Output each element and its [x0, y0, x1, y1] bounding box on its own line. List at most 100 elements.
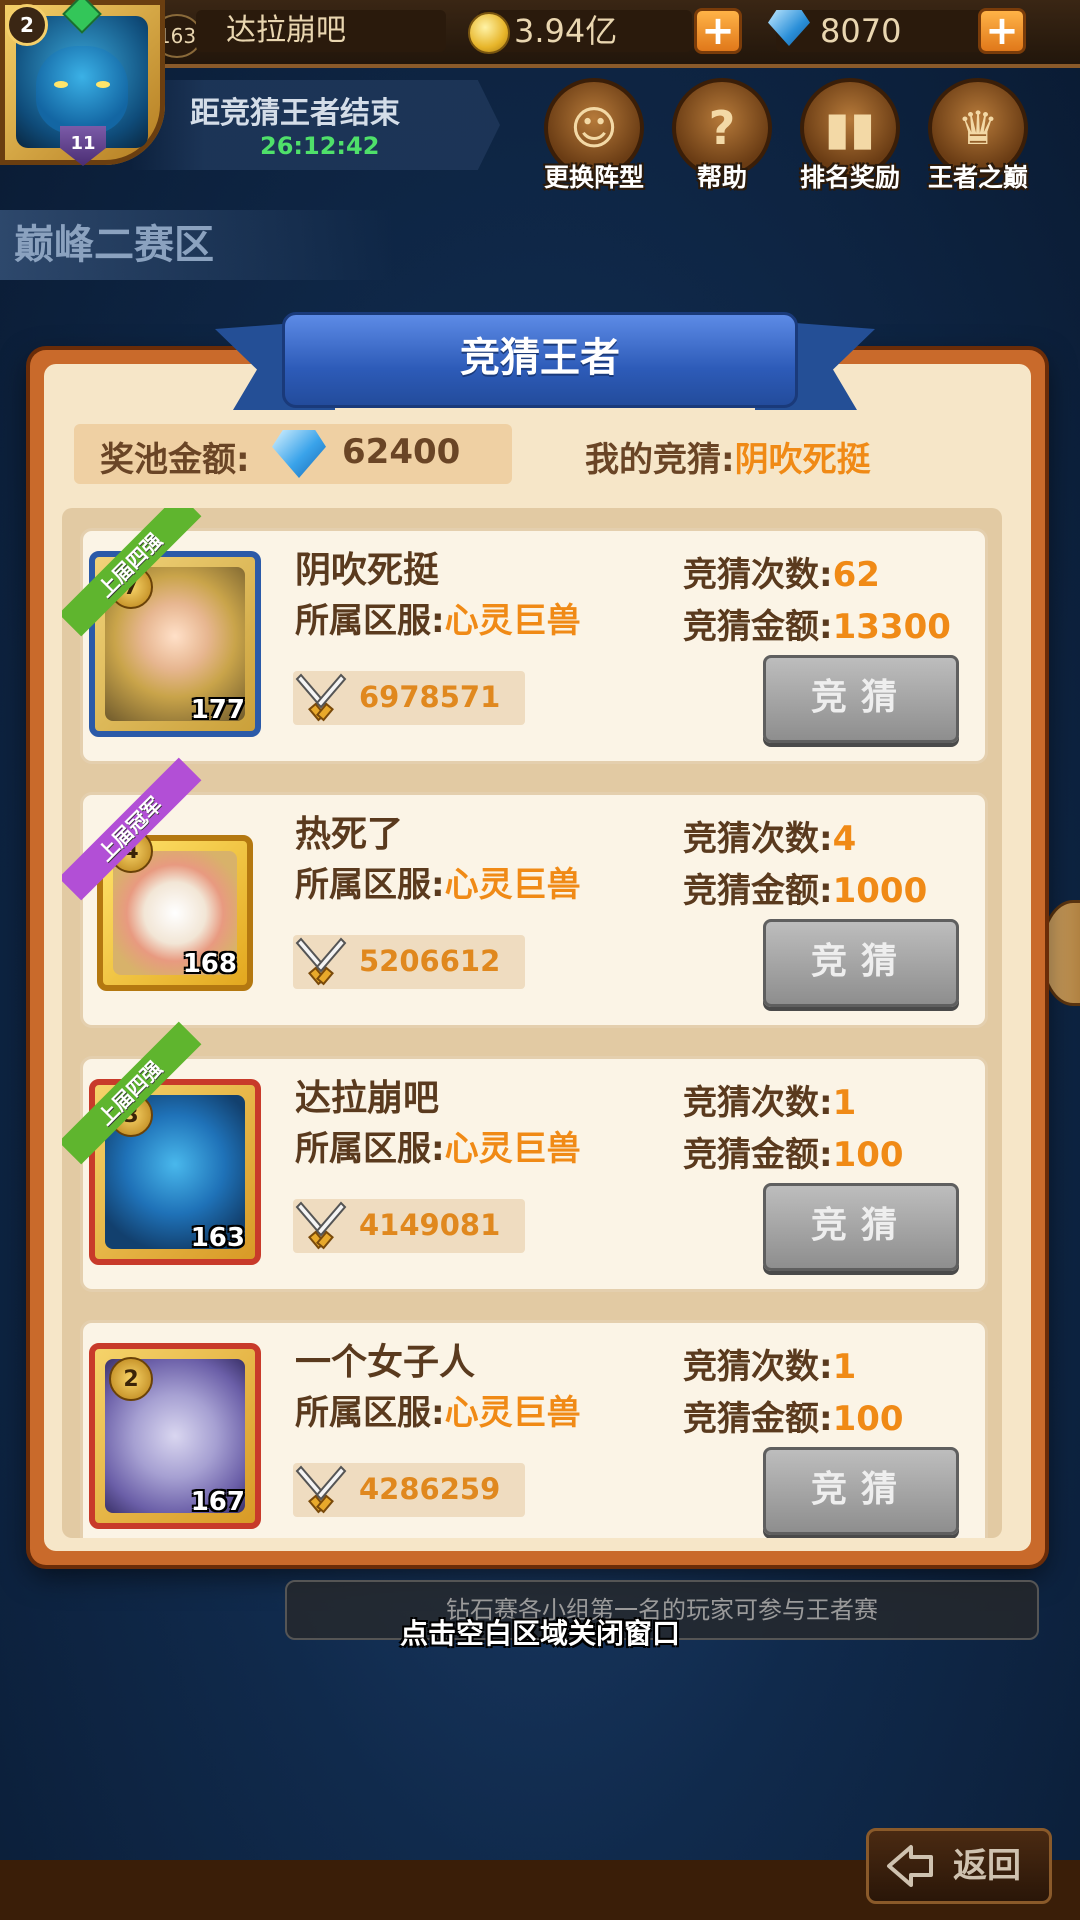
guess-count: 竞猜次数:4: [683, 811, 856, 860]
guess-count: 竞猜次数:1: [683, 1339, 856, 1388]
countdown-label: 距竞猜王者结束: [190, 96, 400, 131]
guess-count: 竞猜次数:1: [683, 1075, 856, 1124]
server-info: 所属区服:心灵巨兽: [295, 593, 581, 642]
server-value: 心灵巨兽: [444, 1393, 581, 1433]
guess-count-label: 竞猜次数:: [683, 555, 833, 595]
gold-display: 3.94亿: [478, 10, 692, 52]
player-name: 一个女子人: [295, 1342, 476, 1383]
guess-count-value: 1: [832, 1083, 857, 1123]
bet-button[interactable]: 竞猜: [763, 1447, 959, 1535]
guess-amount-label: 竞猜金额:: [683, 871, 833, 911]
player-name: 热死了: [295, 814, 404, 855]
prize-pool: 奖池金额: 62400: [74, 424, 512, 484]
player-list[interactable]: 177 7 上届四强 阴吹死挺 所属区服:心灵巨兽 6978571 竞猜次数:6…: [62, 508, 1002, 1538]
guess-amount: 竞猜金额:100: [683, 1127, 904, 1176]
server-value: 心灵巨兽: [444, 601, 581, 641]
server-value: 心灵巨兽: [444, 865, 581, 905]
add-diamond-button[interactable]: +: [978, 8, 1026, 54]
guess-count-value: 62: [832, 555, 880, 595]
guess-count-label: 竞猜次数:: [683, 1083, 833, 1123]
king-summit-label: 王者之巅: [927, 163, 1028, 192]
help-label: 帮助: [696, 163, 747, 192]
player-name: 达拉崩吧: [196, 10, 446, 52]
bet-button[interactable]: 竞猜: [763, 1183, 959, 1271]
close-hint: 点击空白区域关闭窗口: [399, 1617, 680, 1650]
hero-level: 163: [190, 1223, 245, 1253]
power-value: 4149081: [359, 1208, 501, 1242]
diamond-value: 8070: [820, 12, 902, 50]
guess-amount-value: 100: [832, 1135, 904, 1175]
hero-level: 168: [182, 949, 237, 979]
gold-coin-icon: [468, 12, 510, 54]
guess-amount: 竞猜金额:100: [683, 1391, 904, 1440]
my-guess: 我的竞猜:阴吹死挺: [585, 432, 871, 481]
ranking-reward-button[interactable]: ▮▮ 排名奖励: [794, 78, 906, 198]
guess-amount-label: 竞猜金额:: [683, 1135, 833, 1175]
server-label: 所属区服:: [295, 1129, 445, 1169]
player-card: 167 2 一个女子人 所属区服:心灵巨兽 4286259 竞猜次数:1 竞猜金…: [80, 1320, 988, 1538]
back-label: 返回: [953, 1846, 1021, 1886]
guess-count-label: 竞猜次数:: [683, 1347, 833, 1387]
change-formation-label: 更换阵型: [543, 163, 644, 192]
player-name: 达拉崩吧: [295, 1078, 440, 1119]
pool-label: 奖池金额:: [100, 440, 250, 480]
guess-amount-value: 13300: [832, 607, 951, 647]
countdown-panel: 距竞猜王者结束 26:12:42: [130, 80, 500, 170]
combat-power: 5206612: [293, 935, 525, 989]
pool-value: 62400: [342, 432, 461, 472]
zone-label: 巅峰二赛区: [0, 210, 394, 280]
server-info: 所属区服:心灵巨兽: [295, 857, 581, 906]
crossed-swords-icon: [295, 1201, 347, 1250]
star-badge: 2: [109, 1357, 153, 1401]
server-info: 所属区服:心灵巨兽: [295, 1385, 581, 1434]
server-label: 所属区服:: [295, 865, 445, 905]
dragon-eye-icon: [54, 81, 68, 88]
player-card: 163 3 上届四强 达拉崩吧 所属区服:心灵巨兽 4149081 竞猜次数:1…: [62, 1021, 988, 1292]
my-guess-label: 我的竞猜:: [585, 440, 735, 480]
guess-count-value: 4: [832, 819, 857, 859]
power-value: 5206612: [359, 944, 501, 978]
guess-amount-label: 竞猜金额:: [683, 1399, 833, 1439]
hero-level: 167: [190, 1487, 245, 1517]
gold-value: 3.94亿: [514, 12, 618, 50]
power-value: 6978571: [359, 680, 501, 714]
combat-power: 4149081: [293, 1199, 525, 1253]
guess-count-label: 竞猜次数:: [683, 819, 833, 859]
king-summit-button[interactable]: ♛ 王者之巅: [922, 78, 1034, 198]
ranking-reward-label: 排名奖励: [799, 163, 900, 192]
diamond-display: 8070: [776, 10, 990, 52]
avatar-badge: 2: [6, 4, 48, 46]
bet-button[interactable]: 竞猜: [763, 655, 959, 743]
back-button[interactable]: 返回: [866, 1828, 1052, 1904]
combat-power: 4286259: [293, 1463, 525, 1517]
guess-amount: 竞猜金额:13300: [683, 599, 951, 648]
player-name: 阴吹死挺: [295, 550, 440, 591]
dragon-portrait-icon: [36, 46, 128, 134]
change-formation-button[interactable]: ☺ 更换阵型: [538, 78, 650, 198]
server-value: 心灵巨兽: [444, 1129, 581, 1169]
combat-power: 6978571: [293, 671, 525, 725]
server-info: 所属区服:心灵巨兽: [295, 1121, 581, 1170]
crossed-swords-icon: [295, 1465, 347, 1514]
crossed-swords-icon: [295, 673, 347, 722]
countdown-time: 26:12:42: [260, 132, 380, 160]
dragon-eye-icon: [96, 81, 110, 88]
add-gold-button[interactable]: +: [694, 8, 742, 54]
bet-button[interactable]: 竞猜: [763, 919, 959, 1007]
help-button[interactable]: ? 帮助: [666, 78, 778, 198]
back-arrow-icon: [887, 1845, 933, 1887]
hero-level: 177: [190, 695, 245, 725]
diamond-icon: [272, 430, 326, 478]
guess-count: 竞猜次数:62: [683, 547, 880, 596]
modal-title: 竞猜王者: [282, 312, 798, 408]
server-label: 所属区服:: [295, 1393, 445, 1433]
side-arrow-button[interactable]: [1040, 900, 1080, 1006]
server-label: 所属区服:: [295, 601, 445, 641]
crossed-swords-icon: [295, 937, 347, 986]
guess-amount-value: 100: [832, 1399, 904, 1439]
guess-amount-value: 1000: [832, 871, 928, 911]
player-card: 168 4 上届冠军 热死了 所属区服:心灵巨兽 5206612 竞猜次数:4 …: [62, 757, 988, 1028]
my-guess-value: 阴吹死挺: [734, 440, 871, 480]
player-card: 177 7 上届四强 阴吹死挺 所属区服:心灵巨兽 6978571 竞猜次数:6…: [62, 508, 988, 764]
power-value: 4286259: [359, 1472, 501, 1506]
